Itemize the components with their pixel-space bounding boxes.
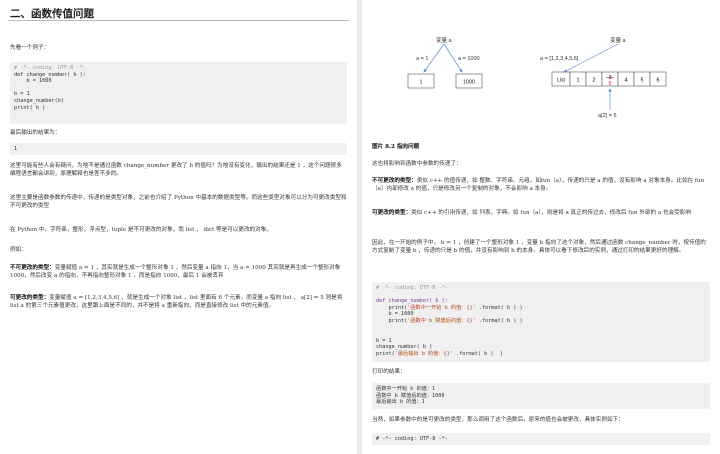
right-page: 变量 a a = 1 a = 1000 1 1000 变量 a a = [1,2… <box>362 0 720 454</box>
code-token: .format( b ) ) <box>475 304 523 311</box>
code-line: b = 1000 <box>14 78 52 85</box>
immutable-body: 变量赋值 a = 1 ，其实就是生成一个整形对象 1 ，然后变量 a 指向 1，… <box>10 265 341 279</box>
output-label: 打印的结果： <box>372 369 406 375</box>
a2-label: a[2] = 5 <box>598 113 617 119</box>
list-cell-text: 2 <box>592 78 595 84</box>
list-cell-text: 6 <box>656 78 659 84</box>
a-eq-list-label: a = [1,2,3,4,5,6] <box>540 56 579 62</box>
replaced-value: 5 <box>608 81 611 87</box>
paragraph-r1: 这也将影响到函数中参数的传递了： <box>372 161 462 167</box>
result-block: 1 <box>10 143 347 155</box>
output-line: 最后输出 b 的值：1 <box>376 399 425 406</box>
list-cell-text: List <box>557 78 565 84</box>
result-label: 最后输出的结果为： <box>10 130 61 136</box>
code-line: def change_number( b ): <box>376 298 448 305</box>
code-line: b = 1 <box>14 91 30 98</box>
code-line: change_number(b) <box>14 97 64 104</box>
paragraph-3: 在 Python 中，字符串，整形，浮点型，tuple 是不可更改的对象，而 l… <box>10 227 272 233</box>
code-block-2: # -*- coding: UTF-8 -*- def change_numbe… <box>372 282 710 362</box>
title-rule <box>8 20 349 21</box>
code-token: .format( b ) ) <box>475 317 523 324</box>
code-line: print( b ) <box>14 104 46 111</box>
code-line: b = 1000 <box>376 311 414 318</box>
mutable-body: 变量赋值 a = [1,2,3,4,5,6] ，就是生成一个对象 list ，l… <box>10 295 343 309</box>
code-block-1: # -*- coding: UTF-8 -*- def change_numbe… <box>10 62 347 124</box>
output-block: 函数中一开始 b 的值：1 函数中 b 赋值后的值：1000 最后输出 b 的值… <box>372 383 710 409</box>
result-value: 1 <box>14 146 18 152</box>
code-block-3: # -*- coding: UTF-8 -*- <box>372 433 710 445</box>
code-string: '函数中 b 赋值后的值：{}' <box>407 317 476 324</box>
section-title: 二、函数传值问题 <box>10 8 94 20</box>
mutable-heading: 可更改的类型： <box>10 295 50 301</box>
left-page: 二、函数传值问题 先看一个例子： # -*- coding: UTF-8 -*-… <box>0 0 357 454</box>
list-cell-text: 1 <box>576 78 579 84</box>
code-token: print( <box>376 304 408 311</box>
immutable-paragraph-r: 不可更改的类型：类似 c++ 的值传递，如 整数、字符串、元组。如fun（a），… <box>372 177 710 193</box>
immutable-heading-r: 不可更改的类型： <box>372 178 417 184</box>
immutable-heading: 不可更改的类型： <box>10 265 55 271</box>
intro-text: 先看一个例子： <box>10 45 50 51</box>
paragraph-4: 例如： <box>10 247 27 253</box>
code-line: def change_number( b ): <box>14 71 86 78</box>
var-a-label-left: 变量 a <box>436 36 453 44</box>
code-token: .format( b ) ) <box>452 350 503 357</box>
list-cells: List 1 2 3 5 4 5 6 <box>551 71 667 87</box>
code-string: '函数中一开始 b 的值：{}' <box>407 304 476 311</box>
mutable-paragraph-r: 可更改的类型：类似 c++ 的引用传递，如 列表，字典。如 fun（a），则是将… <box>372 209 710 217</box>
code-string: '最后输出 b 的值：{}' <box>394 350 453 357</box>
mutable-paragraph: 可更改的类型：变量赋值 a = [1,2,3,4,5,6] ，就是生成一个对象 … <box>10 294 347 310</box>
list-cell-text: 5 <box>640 78 643 84</box>
pointer-diagram: 变量 a a = 1 a = 1000 1 1000 变量 a a = [1,2… <box>407 36 667 119</box>
output-line: 函数中一开始 b 的值：1 <box>376 386 436 392</box>
paragraph-1: 这里可能有些人会有疑问，为啥不是通过函数 change_number 更改了 b… <box>10 163 342 177</box>
immutable-paragraph: 不可更改的类型：变量赋值 a = 1 ，其实就是生成一个整形对象 1 ，然后变量… <box>10 264 347 280</box>
code-line: b = 1 <box>376 337 392 344</box>
code-comment: # -*- coding: UTF-8 -*- <box>14 65 86 71</box>
var-a-label-right: 变量 a <box>610 36 627 44</box>
mutable-body-r: 类似 c++ 的引用传递，如 列表，字典。如 fun（a），则是将 a 真正的传… <box>411 210 691 216</box>
list-cell-text: 4 <box>624 78 627 84</box>
code-comment: # -*- coding: UTF-8 -*- <box>376 285 448 291</box>
paragraph-r3: 当然，如果参数中的是可更改的类型，那么调用了这个函数后，原来的值也会被更改，具体… <box>372 417 624 423</box>
code-token: print( <box>376 350 395 357</box>
box-1000-value: 1000 <box>463 80 475 86</box>
a-eq-1-label: a = 1 <box>416 56 428 62</box>
code-line: change_number( b ) <box>376 344 433 351</box>
code-token: print( <box>376 317 408 324</box>
figure-caption: 图片 8.2 指向问题 <box>372 144 420 150</box>
immutable-body-r: 类似 c++ 的值传递，如 整数、字符串、元组。如fun（a），传递的只是 a … <box>372 178 705 192</box>
paragraph-r2: 因此，在一开始的例子中， b = 1 ，创建了一个整形对象 1 ，变量 b 指向… <box>372 240 706 254</box>
paragraph-2: 这里主要是函数参数的传递中，传递的是类型对象，之前也介绍了 Python 中基本… <box>10 195 347 209</box>
box-1-value: 1 <box>419 80 422 86</box>
a-eq-1000-label: a = 1000 <box>458 56 480 62</box>
output-line: 函数中 b 赋值后的值：1000 <box>376 392 445 399</box>
mutable-heading-r: 可更改的类型： <box>372 210 412 216</box>
code-comment: # -*- coding: UTF-8 -*- <box>376 436 448 442</box>
